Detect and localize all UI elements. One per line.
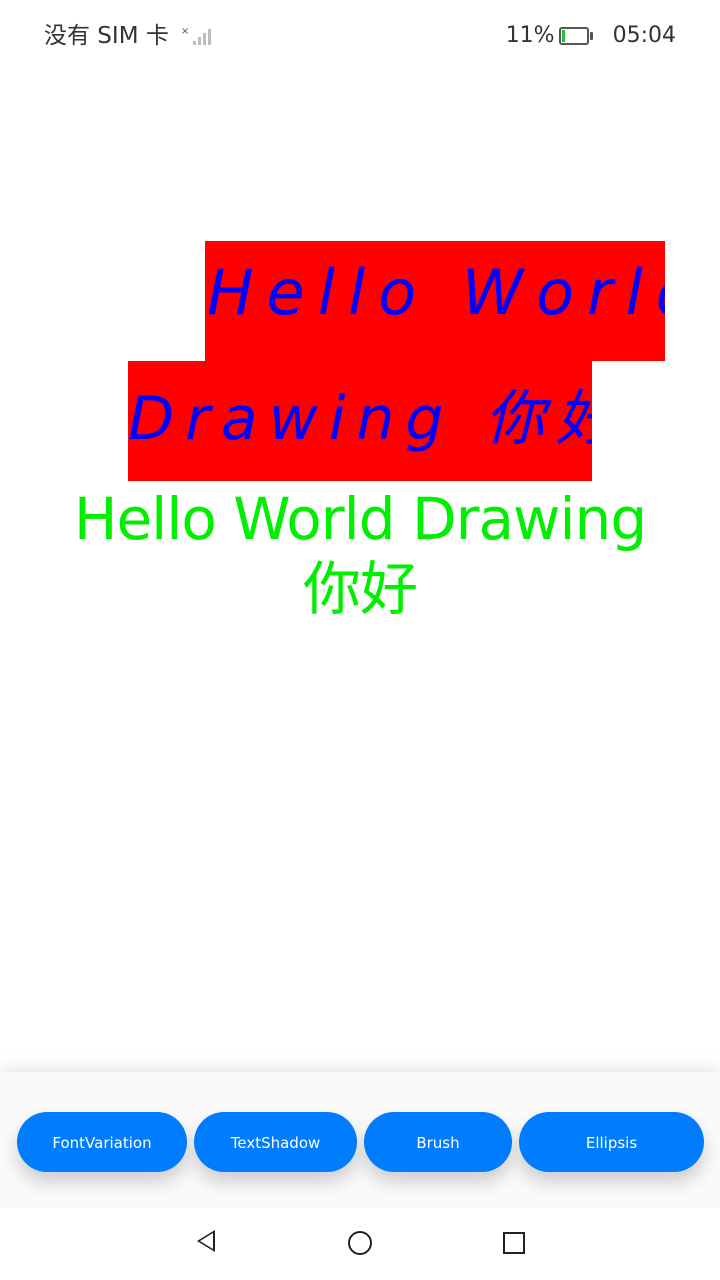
ellipsis-button[interactable]: Ellipsis bbox=[519, 1112, 704, 1172]
battery-percent: 11% bbox=[505, 23, 555, 48]
carrier-label: 没有 SIM 卡 bbox=[44, 23, 169, 49]
status-bar: 没有 SIM 卡 × 11% 05:04 bbox=[0, 0, 720, 72]
text-shadow-button[interactable]: TextShadow bbox=[194, 1112, 357, 1172]
clock: 05:04 bbox=[612, 23, 676, 48]
brush-button[interactable]: Brush bbox=[364, 1112, 512, 1172]
styled-text-hello-world: Hello World bbox=[207, 256, 665, 329]
recent-apps-icon[interactable] bbox=[503, 1232, 525, 1254]
styled-text-drawing: Drawing 你好 bbox=[128, 384, 592, 454]
plain-text-line-1: Hello World Drawing bbox=[73, 485, 647, 553]
plain-text-line-2: 你好 bbox=[302, 555, 418, 623]
status-right: 11% 05:04 bbox=[506, 18, 676, 54]
bottom-toolbar: FontVariation TextShadow Brush Ellipsis bbox=[0, 1072, 720, 1208]
back-icon[interactable] bbox=[197, 1230, 215, 1252]
styled-text-line-2: Drawing 你好 bbox=[128, 361, 592, 481]
plain-text-paragraph: Hello World Drawing 你好 bbox=[40, 484, 680, 624]
signal-icon: × bbox=[181, 27, 212, 45]
drawing-canvas: Hello World Drawing 你好 Hello World Drawi… bbox=[0, 72, 720, 1072]
home-icon[interactable] bbox=[348, 1231, 372, 1255]
font-variation-button[interactable]: FontVariation bbox=[17, 1112, 187, 1172]
battery-icon bbox=[558, 27, 593, 45]
navigation-bar bbox=[0, 1208, 720, 1280]
status-left: 没有 SIM 卡 × bbox=[44, 18, 212, 54]
styled-text-line-1: Hello World bbox=[205, 241, 665, 361]
